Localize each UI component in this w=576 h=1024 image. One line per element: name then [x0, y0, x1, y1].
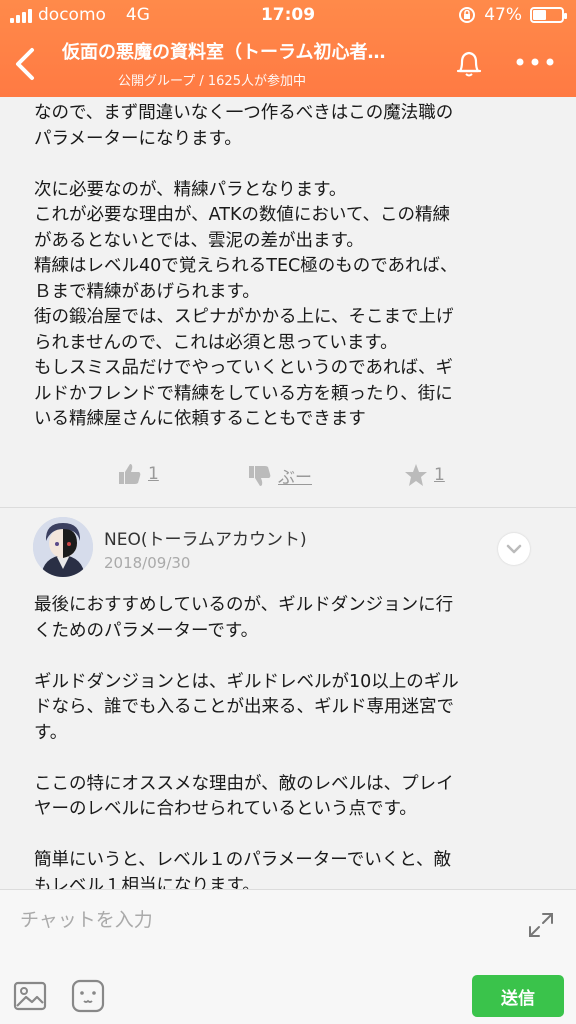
post-line: 精練はレベル40で覚えられるTEC極のものであれば、 — [34, 256, 458, 276]
post-menu-button[interactable] — [498, 533, 530, 565]
post-line: これが必要な理由が、ATKの数値において、この精練 — [34, 205, 451, 225]
post-line: パラメーターになります。 — [34, 128, 242, 149]
back-button[interactable] — [8, 42, 42, 86]
post-line — [34, 746, 544, 772]
post-line: 次に必要なのが、精練パラとなります。 — [34, 179, 347, 200]
avatar[interactable] — [33, 517, 93, 577]
avatar-image — [33, 517, 93, 577]
post-line: ギルドダンジョンとは、ギルドレベルが10以上のギル — [34, 671, 459, 692]
post-date: 2018/09/30 — [104, 554, 191, 572]
app-header: docomo 4G 17:09 47% 仮面の悪魔の資料室（トーラム初心者… 公… — [0, 0, 576, 97]
post-line: す。 — [34, 722, 68, 743]
thread-content[interactable]: なので、まず間違いなく一つ作るべきはこの魔法職の パラメーターになります。次に必要… — [0, 97, 576, 889]
dislike-button[interactable]: ぶー — [248, 463, 312, 488]
header-title-block[interactable]: 仮面の悪魔の資料室（トーラム初心者… 公開グループ / 1625人が参加中 — [62, 38, 442, 89]
rotation-lock-icon — [459, 7, 476, 23]
chevron-left-icon — [16, 48, 34, 80]
status-right: 47% — [458, 5, 567, 25]
bell-icon — [456, 51, 482, 77]
like-button[interactable]: 1 — [118, 463, 159, 485]
dislike-label: ぶー — [278, 468, 312, 488]
battery-icon — [530, 7, 567, 23]
like-count: 1 — [148, 464, 159, 484]
star-icon — [405, 464, 427, 486]
post-line: 最後におすすめしているのが、ギルドダンジョンに行 — [34, 595, 454, 615]
expand-input-button[interactable] — [526, 910, 556, 940]
sticker-button[interactable] — [70, 978, 106, 1014]
more-dots-icon — [516, 58, 554, 66]
post-line — [34, 823, 544, 849]
post-line: くためのパラメーターです。 — [34, 620, 259, 641]
post-divider — [0, 507, 576, 508]
post-body: なので、まず間違いなく一つ作るべきはこの魔法職の パラメーターになります。次に必要… — [34, 101, 544, 433]
star-count: 1 — [434, 465, 445, 485]
thumbs-up-icon — [119, 464, 141, 484]
image-icon — [13, 981, 47, 1011]
more-button[interactable] — [512, 50, 558, 74]
post-line: いる精練屋さんに依頼することもできます — [34, 409, 366, 429]
group-subtitle: 公開グループ / 1625人が参加中 — [118, 74, 306, 89]
post-body: 最後におすすめしているのが、ギルドダンジョンに行 くためのパラメーターです。ギルド… — [34, 593, 544, 889]
chat-input[interactable] — [0, 890, 520, 950]
reaction-bar: 1 ぶー 1 — [0, 459, 576, 495]
post-line: ヤーのレベルに合わせられているという点です。 — [34, 799, 417, 819]
sticker-face-icon — [71, 979, 105, 1013]
post-line: 街の鍛冶屋では、スピナがかかる上に、そこまで上げ — [34, 307, 454, 327]
post-line: られませんので、これは必須と思っています。 — [34, 332, 398, 353]
post-line: 簡単にいうと、レベル１のパラメーターでいくと、敵 — [34, 850, 452, 870]
post-line — [34, 644, 544, 670]
send-button[interactable]: 送信 — [472, 975, 564, 1017]
star-button[interactable]: 1 — [404, 463, 445, 487]
post-line: Ｂまで精練があげられます。 — [34, 281, 260, 302]
status-bar: docomo 4G 17:09 47% — [0, 0, 576, 30]
group-title: 仮面の悪魔の資料室（トーラム初心者… — [62, 42, 386, 63]
post-line: ここの特にオススメな理由が、敵のレベルは、プレイ — [34, 773, 454, 794]
post-line: もしスミス品だけでやっていくというのであれば、ギ — [34, 358, 453, 378]
post-line: なので、まず間違いなく一つ作るべきはこの魔法職の — [34, 103, 454, 123]
post-line: ドなら、誰でも入ることが出来る、ギルド専用迷宮で — [34, 697, 454, 717]
post-line: もレベル１相当になります。 — [34, 875, 260, 890]
post-line: ルドかフレンドで精練をしている方を頼ったり、街に — [34, 383, 453, 404]
chat-input-area: 送信 — [0, 889, 576, 1024]
thumbs-down-icon — [249, 465, 271, 486]
expand-icon — [529, 913, 553, 937]
battery-fill — [533, 10, 546, 20]
author-name[interactable]: NEO(トーラムアカウント) — [104, 525, 307, 550]
post-line — [34, 152, 544, 178]
image-button[interactable] — [12, 978, 48, 1014]
battery-percent: 47% — [484, 5, 522, 25]
chevron-down-icon — [506, 544, 522, 554]
notification-button[interactable] — [452, 46, 486, 80]
post-line: があるとないとでは、雲泥の差が出ます。 — [34, 230, 364, 251]
